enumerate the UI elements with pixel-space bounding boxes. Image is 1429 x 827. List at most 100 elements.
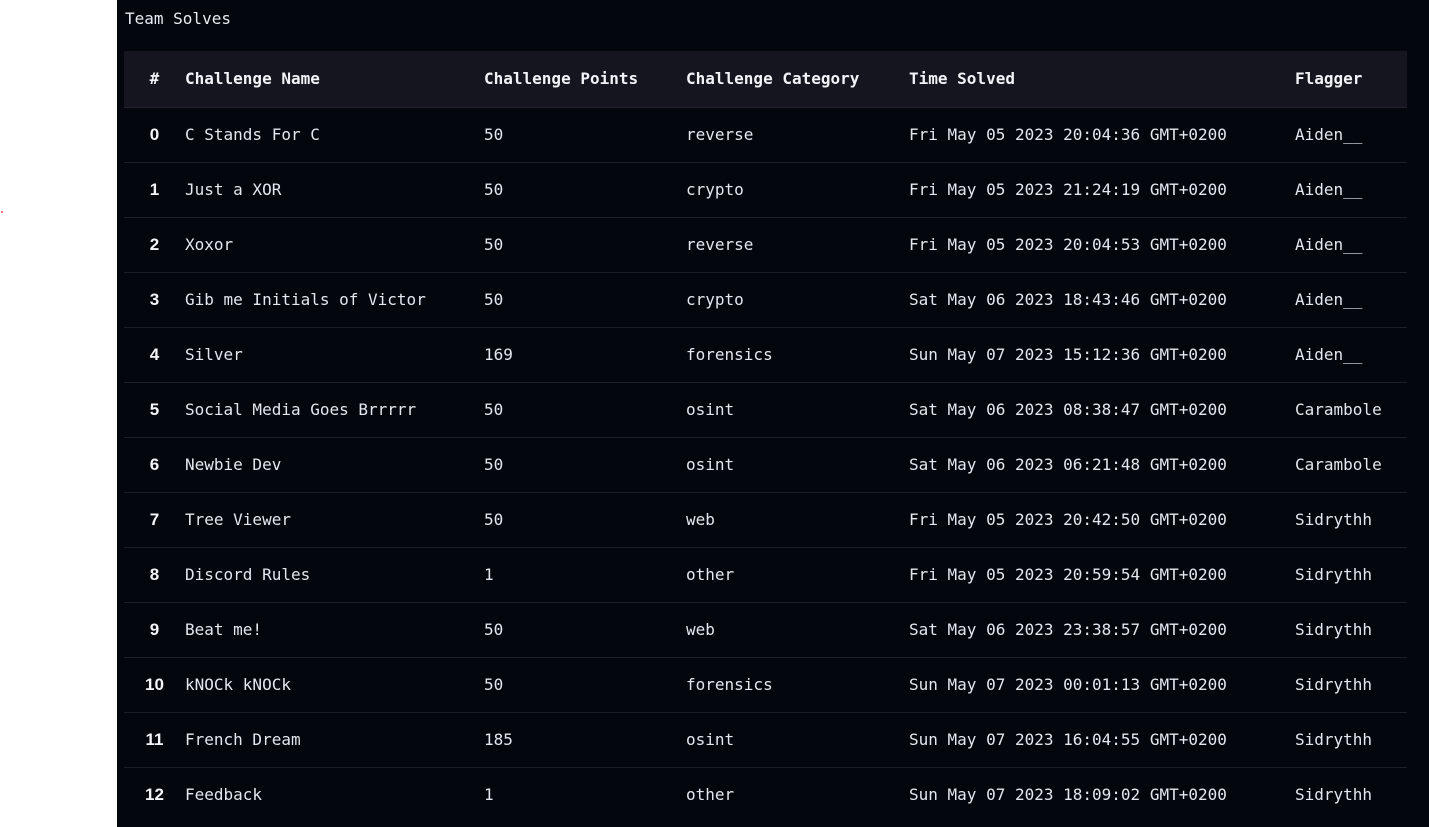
solves-table-container: # Challenge Name Challenge Points Challe… (124, 51, 1407, 822)
table-row: 4 Silver 169 forensics Sun May 07 2023 15:12… (124, 327, 1407, 383)
panel-title: Team Solves (125, 9, 231, 28)
challenge-points-cell: 1 (484, 547, 686, 603)
challenge-category-cell: other (686, 785, 735, 805)
table-row: 3 Gib me Initials of Victor 50 crypto Sat Ma… (124, 272, 1407, 328)
header-challenge-points: Challenge Points (484, 51, 686, 108)
challenge-category-cell: crypto (686, 272, 909, 328)
time-solved-cell: Sat May 06 2023 06:21:48 GMT+0200 (909, 437, 1295, 493)
challenge-name-cell: Xoxor (185, 217, 484, 273)
flagger-cell: Aiden__ (1295, 217, 1407, 273)
team-solves-panel: Team Solves # Challenge Name Challenge P… (117, 0, 1429, 827)
challenge-points-cell: 50 (484, 492, 686, 548)
solves-table: # Challenge Name Challenge Points Challe… (124, 51, 1407, 822)
challenge-name-cell: Tree Viewer (185, 492, 484, 548)
table-row: 10 kNOCk kNOCk 50 forensics Sun May 07 2023 … (124, 657, 1407, 713)
row-index: 1 (124, 162, 185, 218)
header-challenge-category: Challenge Category (686, 51, 909, 108)
time-solved-cell: Fri May 05 2023 20:42:50 GMT+0200 (909, 492, 1295, 548)
header-row: # Challenge Name Challenge Points Challe… (124, 51, 1407, 108)
table-row: 8 Discord Rules 1 other Fri May 05 2023 20:5… (124, 547, 1407, 603)
header-index: # (124, 51, 185, 108)
challenge-name-cell: Newbie Dev (185, 437, 484, 493)
flagger-cell: Sidrythh (1295, 657, 1407, 713)
row-index: 5 (124, 382, 185, 438)
challenge-category-cell: forensics (686, 327, 909, 383)
table-row: 0C Stands For C 50 reverse Fri May 05 2023 … (124, 107, 1407, 163)
row-index: 11 (124, 712, 185, 768)
flagger-cell: Aiden__ (1295, 107, 1407, 163)
time-solved-cell: Fri May 05 2023 21:24:19 GMT+0200 (909, 162, 1295, 218)
challenge-points-cell: 50 (484, 162, 686, 218)
row-index: 8 (124, 547, 185, 603)
time-solved-cell: Sun May 07 2023 15:12:36 GMT+0200 (909, 327, 1295, 383)
header-flagger: Flagger (1295, 51, 1407, 108)
time-solved-cell: Sun May 07 2023 00:01:13 GMT+0200 (909, 657, 1295, 713)
challenge-points-cell: 50 (484, 602, 686, 658)
table-row: 2 Xoxor 50 reverse Fri May 05 2023 20:04:53 … (124, 217, 1407, 273)
table-row: 5 Social Media Goes Brrrrr 50 osint Sat May … (124, 382, 1407, 438)
row-index: 9 (124, 602, 185, 658)
table-row: 11 French Dream 185 osint Sun May 07 2023 16… (124, 712, 1407, 768)
time-solved-cell: Fri May 05 2023 20:59:54 GMT+0200 (909, 547, 1295, 603)
row-index: 3 (124, 272, 185, 328)
time-solved-cell: Sat May 06 2023 08:38:47 GMT+0200 (909, 382, 1295, 438)
header-challenge-name: Challenge Name (185, 51, 484, 108)
flagger-cell: Sidrythh (1295, 602, 1407, 658)
challenge-name-cell: Social Media Goes Brrrrr (185, 382, 484, 438)
time-solved-cell: Fri May 05 2023 20:04:53 GMT+0200 (909, 217, 1295, 273)
stray-marker-dot (1, 211, 3, 213)
challenge-points-cell: 185 (484, 712, 686, 768)
table-row: 6 Newbie Dev 50 osint Sat May 06 2023 06:21:… (124, 437, 1407, 493)
row-index: 10 (124, 657, 185, 713)
table-row: 1 Just a XOR 50 crypto Fri May 05 2023 21:24… (124, 162, 1407, 218)
flagger-cell: Sidrythh (1295, 547, 1407, 603)
challenge-points-cell: 50 (484, 382, 686, 438)
time-solved-cell: Fri May 05 2023 20:04:36 GMT+0200 (909, 107, 1295, 163)
time-solved-cell: Sun May 07 2023 16:04:55 GMT+0200 (909, 712, 1295, 768)
challenge-points-cell: 50 (484, 107, 686, 163)
challenge-category-cell: reverse (686, 107, 909, 163)
challenge-name-cell: Discord Rules (185, 547, 484, 603)
flagger-cell: Carambole (1295, 437, 1407, 493)
challenge-name-cell: French Dream (185, 712, 484, 768)
challenge-points-cell: 50 (484, 657, 686, 713)
row-index: 7 (124, 492, 185, 548)
challenge-points-cell: 169 (484, 327, 686, 383)
flagger-cell: Carambole (1295, 382, 1407, 438)
table-row: 9 Beat me! 50 web Sat May 06 2023 23:38:57 G… (124, 602, 1407, 658)
flagger-cell: Sidrythh (1295, 492, 1407, 548)
challenge-category-cell: osint (686, 437, 909, 493)
flagger-cell: Sidrythh (1295, 712, 1407, 768)
row-index: 2 (124, 217, 185, 273)
table-row: 7 Tree Viewer 50 web Fri May 05 2023 20:42:5… (124, 492, 1407, 548)
challenge-points-cell: 50 (484, 437, 686, 493)
solves-table-body: 0C Stands For C 50 reverse Fri May 05 2023 … (124, 107, 1407, 822)
challenge-category-cell: web (686, 492, 909, 548)
time-solved-cell: Sun May 07 2023 18:09:02 GMT+0200 (909, 785, 1227, 805)
flagger-cell: Aiden__ (1295, 327, 1407, 383)
solves-table-head: # Challenge Name Challenge Points Challe… (124, 51, 1407, 108)
row-index: 0 (124, 107, 185, 163)
challenge-category-cell: reverse (686, 217, 909, 273)
challenge-points-cell: 50 (484, 272, 686, 328)
challenge-name-cell: Beat me! (185, 602, 484, 658)
row-index: 6 (124, 437, 185, 493)
table-row: 12 Feedback 1 other Sun May 07 2023 18:09:02… (124, 767, 1407, 822)
challenge-name-cell: kNOCk kNOCk (185, 657, 484, 713)
challenge-category-cell: osint (686, 382, 909, 438)
challenge-category-cell: forensics (686, 657, 909, 713)
challenge-name-cell: Silver (185, 327, 484, 383)
challenge-name-cell: Gib me Initials of Victor (185, 272, 484, 328)
challenge-name-cell: Feedback (185, 785, 263, 805)
flagger-cell: Sidrythh (1295, 785, 1373, 805)
time-solved-cell: Sat May 06 2023 18:43:46 GMT+0200 (909, 272, 1295, 328)
challenge-points-cell: 1 (484, 785, 494, 805)
flagger-cell: Aiden__ (1295, 272, 1407, 328)
challenge-category-cell: crypto (686, 162, 909, 218)
challenge-points-cell: 50 (484, 217, 686, 273)
row-index: 12 (145, 784, 164, 804)
time-solved-cell: Sat May 06 2023 23:38:57 GMT+0200 (909, 602, 1295, 658)
challenge-category-cell: other (686, 547, 909, 603)
challenge-name-cell: C Stands For C (185, 107, 484, 163)
challenge-name-cell: Just a XOR (185, 162, 484, 218)
